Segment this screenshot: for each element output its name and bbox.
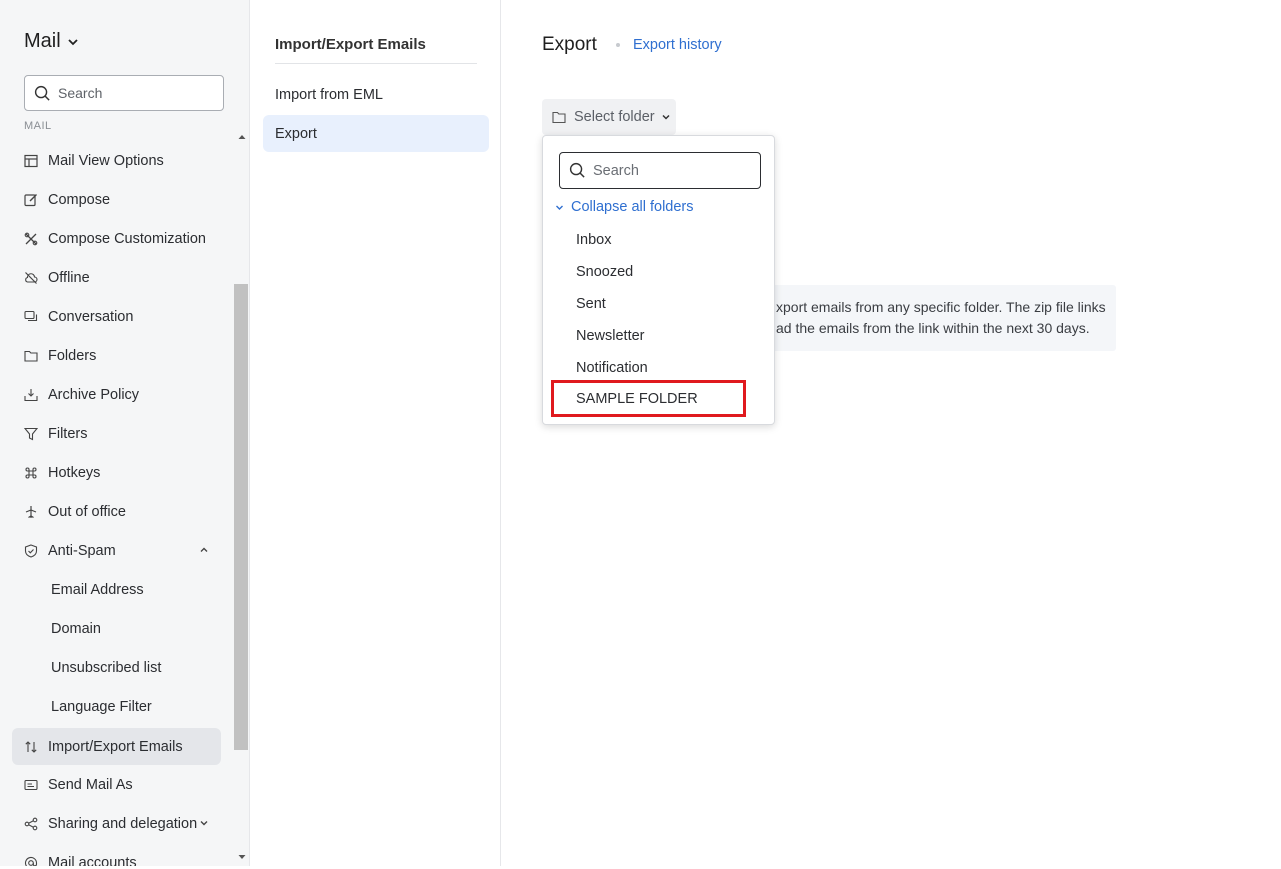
archive-icon — [24, 388, 38, 402]
select-folder-button[interactable]: Select folder — [542, 99, 676, 135]
sidebar-item-offline[interactable]: Offline — [12, 259, 221, 296]
sidebar-scrollbar[interactable] — [234, 128, 249, 866]
folder-dropdown: Collapse all folders Inbox Snoozed Sent … — [542, 135, 775, 425]
sidebar-item-domain[interactable]: Domain — [12, 610, 221, 647]
folder-icon — [24, 349, 38, 363]
sidebar-item-label: Mail View Options — [48, 152, 164, 169]
folder-search-input[interactable] — [593, 162, 743, 179]
sidebar-item-out-of-office[interactable]: Out of office — [12, 493, 221, 530]
sidebar-item-email-address[interactable]: Email Address — [12, 571, 221, 608]
sidebar-item-label: Filters — [48, 425, 88, 442]
sidebar-search-input[interactable] — [58, 85, 208, 101]
page-title: Export — [542, 34, 597, 55]
export-info-box: xport emails from any specific folder. T… — [762, 285, 1116, 351]
sidebar-item-label: Mail accounts — [48, 854, 137, 867]
submenu-item-import-from-eml[interactable]: Import from EML — [263, 76, 489, 113]
folder-icon — [552, 111, 566, 123]
sidebar-search[interactable] — [24, 75, 224, 111]
sidebar-item-mail-accounts[interactable]: Mail accounts — [12, 844, 221, 866]
send-as-icon — [24, 778, 38, 792]
sidebar-item-label: Compose — [48, 191, 111, 208]
sidebar-item-label: Out of office — [48, 503, 126, 520]
settings-nav: MAIL Mail View Options Compose Compose C… — [0, 116, 234, 866]
sidebar-item-label: Domain — [51, 620, 101, 637]
chevron-down-icon — [68, 38, 78, 45]
folder-option-inbox[interactable]: Inbox — [551, 225, 766, 255]
scroll-up-arrow-icon[interactable] — [237, 132, 247, 142]
sidebar-item-label: Archive Policy — [48, 386, 140, 403]
folder-option-newsletter[interactable]: Newsletter — [551, 321, 766, 351]
sidebar-item-label: Send Mail As — [48, 776, 133, 793]
collapse-all-label: Collapse all folders — [571, 199, 694, 215]
sidebar-item-compose[interactable]: Compose — [12, 181, 221, 218]
info-text-line: xport emails from any specific folder. T… — [776, 299, 1106, 315]
submenu-item-label: Import from EML — [275, 86, 383, 103]
chevron-down-icon — [556, 205, 563, 210]
app-switcher[interactable]: Mail — [24, 30, 79, 53]
sidebar-item-label: Import/Export Emails — [48, 738, 183, 755]
sidebar-item-archive-policy[interactable]: Archive Policy — [12, 376, 221, 413]
folder-option-notification[interactable]: Notification — [551, 353, 766, 383]
sidebar-item-label: Unsubscribed list — [51, 659, 162, 676]
export-panel: Export Export history Select folder xpor… — [502, 0, 1279, 866]
sidebar-item-label: Offline — [48, 269, 90, 286]
sidebar-item-mail-view-options[interactable]: Mail View Options — [12, 142, 221, 179]
chevron-down-icon — [662, 114, 670, 120]
sidebar-item-sharing-and-delegation[interactable]: Sharing and delegation — [12, 805, 221, 842]
sidebar-item-anti-spam[interactable]: Anti-Spam — [12, 532, 221, 569]
cloud-off-icon — [24, 271, 38, 285]
chevron-up-icon — [200, 547, 208, 552]
sidebar-item-label: Email Address — [51, 581, 144, 598]
export-history-link[interactable]: Export history — [633, 37, 722, 53]
scroll-down-arrow-icon[interactable] — [237, 852, 247, 862]
collapse-all-folders-button[interactable]: Collapse all folders — [555, 199, 694, 215]
select-folder-label: Select folder — [574, 109, 655, 125]
sidebar-item-language-filter[interactable]: Language Filter — [12, 688, 221, 725]
sidebar-item-label: Conversation — [48, 308, 134, 325]
import-export-icon — [24, 740, 38, 754]
command-icon — [24, 466, 38, 480]
submenu-panel: Import/Export Emails Import from EML Exp… — [251, 0, 501, 866]
sidebar-item-label: Sharing and delegation — [48, 815, 198, 832]
submenu-item-export[interactable]: Export — [263, 115, 489, 152]
settings-sidebar: Mail MAIL Mail View Options Compose Comp… — [0, 0, 250, 866]
sidebar-item-label: Folders — [48, 347, 97, 364]
sidebar-item-conversation[interactable]: Conversation — [12, 298, 221, 335]
at-icon — [24, 856, 38, 866]
sidebar-item-label: Hotkeys — [48, 464, 101, 481]
chevron-down-icon — [200, 821, 208, 826]
sidebar-item-compose-customization[interactable]: Compose Customization — [12, 220, 221, 257]
divider — [275, 63, 477, 64]
info-text-line: ad the emails from the link within the n… — [776, 320, 1090, 336]
tools-icon — [24, 232, 38, 246]
chat-icon — [24, 310, 38, 324]
sidebar-item-unsubscribed-list[interactable]: Unsubscribed list — [12, 649, 221, 686]
filter-icon — [24, 427, 38, 441]
sidebar-item-label: Anti-Spam — [48, 542, 116, 559]
separator-dot — [616, 43, 620, 47]
layout-icon — [24, 154, 38, 168]
folder-option-sample-folder[interactable]: SAMPLE FOLDER — [551, 380, 746, 417]
sidebar-item-import-export-emails[interactable]: Import/Export Emails — [12, 728, 221, 765]
sidebar-item-filters[interactable]: Filters — [12, 415, 221, 452]
sidebar-item-send-mail-as[interactable]: Send Mail As — [12, 766, 221, 803]
folder-option-snoozed[interactable]: Snoozed — [551, 257, 766, 287]
search-icon — [34, 85, 50, 101]
sidebar-item-hotkeys[interactable]: Hotkeys — [12, 454, 221, 491]
plane-icon — [24, 505, 38, 519]
sidebar-item-label: Compose Customization — [48, 230, 206, 247]
folder-search[interactable] — [559, 152, 761, 189]
nav-section-label: MAIL — [24, 120, 52, 132]
sidebar-item-folders[interactable]: Folders — [12, 337, 221, 374]
sidebar-item-label: Language Filter — [51, 698, 152, 715]
search-icon — [569, 162, 585, 178]
share-icon — [24, 817, 38, 831]
shield-icon — [24, 543, 38, 558]
app-title: Mail — [24, 30, 61, 52]
scrollbar-thumb[interactable] — [234, 284, 248, 750]
submenu-item-label: Export — [275, 125, 317, 142]
submenu-title: Import/Export Emails — [275, 36, 426, 53]
folder-option-sent[interactable]: Sent — [551, 289, 766, 319]
edit-icon — [24, 193, 38, 207]
